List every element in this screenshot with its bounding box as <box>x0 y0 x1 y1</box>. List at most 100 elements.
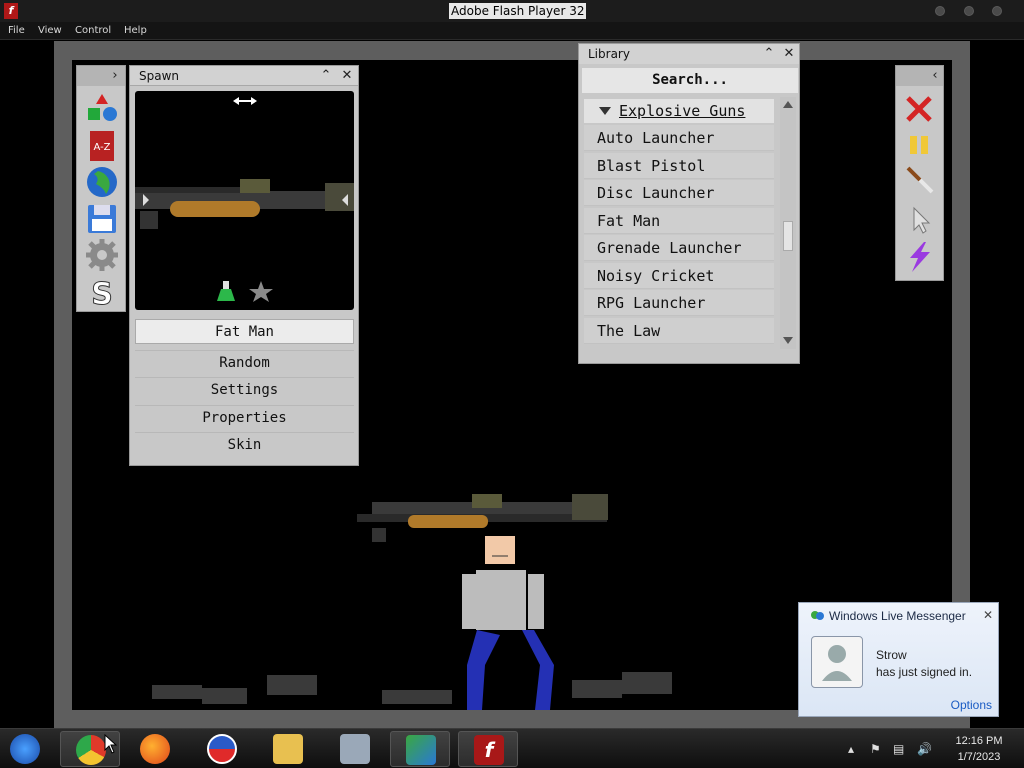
menu-view[interactable]: View <box>38 25 62 36</box>
delete-x-icon <box>906 96 932 122</box>
taskbar-installer[interactable] <box>325 731 385 767</box>
toast-title: Windows Live Messenger <box>829 609 966 623</box>
lightning-icon <box>910 242 930 272</box>
list-item[interactable]: Noisy Cricket <box>584 263 774 289</box>
library-search-input[interactable]: Search... <box>582 68 798 93</box>
star-icon <box>249 281 273 302</box>
scroll-down-arrow-icon[interactable] <box>783 337 793 344</box>
tool-panel: › A-Z S <box>76 65 126 313</box>
minimize-button[interactable] <box>935 6 945 16</box>
firefox-icon <box>140 734 170 764</box>
list-item[interactable]: Disc Launcher <box>584 180 774 206</box>
flip-arrow-icon <box>233 97 257 105</box>
list-item[interactable]: Blast Pistol <box>584 153 774 179</box>
spawn-collapse-button[interactable]: ⌃ <box>318 68 334 84</box>
ragdoll-torso <box>476 570 526 630</box>
fat-man-gun-sprite <box>357 494 608 542</box>
start-orb-icon <box>10 734 40 764</box>
file-explorer-icon <box>273 734 303 764</box>
flash-player-icon: f <box>474 735 504 765</box>
library-scrollbar[interactable] <box>780 97 796 349</box>
flash-app-icon: f <box>4 3 18 19</box>
knife-icon <box>906 166 934 194</box>
maximize-button[interactable] <box>964 6 974 16</box>
spawn-panel: Spawn ⌃ ✕ Fat Man Random Settings Proper… <box>129 65 359 466</box>
network-icon[interactable]: ▤ <box>893 742 904 756</box>
category-explosive-guns[interactable]: Explosive Guns <box>584 99 774 123</box>
svg-text:A-Z: A-Z <box>93 142 110 153</box>
menu-bar: File View Control Help <box>0 22 1024 40</box>
list-item[interactable]: RPG Launcher <box>584 290 774 316</box>
system-clock[interactable]: 12:16 PM 1/7/2023 <box>944 733 1014 765</box>
volume-icon[interactable]: 🔊 <box>917 742 932 756</box>
library-panel-header: Library ⌃ ✕ <box>579 44 799 64</box>
menu-control[interactable]: Control <box>75 25 111 36</box>
menu-help[interactable]: Help <box>124 25 147 36</box>
properties-button[interactable]: Properties <box>135 405 354 430</box>
cursor-icon <box>913 206 931 234</box>
messenger-icon <box>406 735 436 765</box>
tool-panel-header: › <box>77 66 125 86</box>
ragdoll-head <box>485 536 515 564</box>
library-panel: Library ⌃ ✕ Search... Explosive Guns Aut… <box>578 43 800 364</box>
random-button[interactable]: Random <box>135 350 354 375</box>
window-title: Adobe Flash Player 32 <box>449 3 587 19</box>
list-item[interactable]: The Law <box>584 318 774 344</box>
title-bar: f Adobe Flash Player 32 <box>0 0 1024 22</box>
taskbar-firefox[interactable] <box>125 731 185 767</box>
globe-icon[interactable] <box>86 166 118 198</box>
ground-weapons <box>152 672 672 704</box>
collapse-tool-panel-button[interactable]: › <box>107 68 123 84</box>
list-item[interactable]: Fat Man <box>584 208 774 234</box>
flask-icon <box>217 281 235 301</box>
s-logo-icon[interactable]: S <box>86 276 118 313</box>
pause-icon <box>910 136 928 154</box>
contact-name: Strow <box>876 648 907 662</box>
scroll-up-arrow-icon[interactable] <box>783 101 793 108</box>
mouse-cursor-icon <box>104 734 118 754</box>
gear-icon[interactable] <box>86 239 118 271</box>
list-item[interactable]: Grenade Launcher <box>584 235 774 261</box>
library-collapse-button[interactable]: ⌃ <box>761 46 777 62</box>
taskbar-app-3[interactable] <box>192 731 252 767</box>
spawn-close-button[interactable]: ✕ <box>339 68 355 84</box>
action-center-flag-icon[interactable]: ⚑ <box>870 742 881 756</box>
expand-triangle-icon <box>599 107 611 115</box>
start-button[interactable] <box>0 731 60 767</box>
right-toolbar-header: ‹ <box>896 66 943 86</box>
spawn-panel-title: Spawn <box>139 69 180 83</box>
toast-close-button[interactable]: ✕ <box>983 608 993 622</box>
collapse-right-toolbar-button[interactable]: ‹ <box>927 68 943 84</box>
shapes-icon[interactable] <box>86 92 118 124</box>
taskbar-messenger[interactable] <box>390 731 450 767</box>
obama-logo-icon <box>207 734 237 764</box>
contact-status-message: has just signed in. <box>876 665 973 679</box>
az-book-icon[interactable]: A-Z <box>86 130 118 162</box>
menu-file[interactable]: File <box>8 25 25 36</box>
skin-button[interactable]: Skin <box>135 432 354 457</box>
close-button[interactable] <box>992 6 1002 16</box>
scroll-thumb[interactable] <box>783 221 793 251</box>
taskbar-explorer[interactable] <box>258 731 318 767</box>
toast-options-link[interactable]: Options <box>951 698 992 712</box>
library-panel-title: Library <box>588 47 630 61</box>
taskbar: f ▴ ⚑ ▤ 🔊 12:16 PM 1/7/2023 <box>0 728 1024 768</box>
settings-button[interactable]: Settings <box>135 377 354 402</box>
show-hidden-icons-button[interactable]: ▴ <box>848 742 854 756</box>
list-item[interactable]: Auto Launcher <box>584 125 774 151</box>
messenger-icon <box>811 611 824 620</box>
library-close-button[interactable]: ✕ <box>781 46 797 62</box>
fat-man-preview-sprite <box>135 179 354 229</box>
clock-date: 1/7/2023 <box>957 751 1001 763</box>
svg-text:S: S <box>91 277 113 308</box>
taskbar-flash-player[interactable]: f <box>458 731 518 767</box>
installer-icon <box>340 734 370 764</box>
library-list: Explosive Guns Auto Launcher Blast Pisto… <box>584 97 774 349</box>
messenger-notification[interactable]: Windows Live Messenger ✕ Strow has just … <box>798 602 999 717</box>
chrome-icon <box>76 735 106 765</box>
avatar <box>811 636 863 688</box>
spawn-selected-item[interactable]: Fat Man <box>135 319 354 344</box>
spawn-preview <box>135 91 354 310</box>
floppy-save-icon[interactable] <box>86 203 118 235</box>
spawn-panel-header: Spawn ⌃ ✕ <box>130 66 358 86</box>
